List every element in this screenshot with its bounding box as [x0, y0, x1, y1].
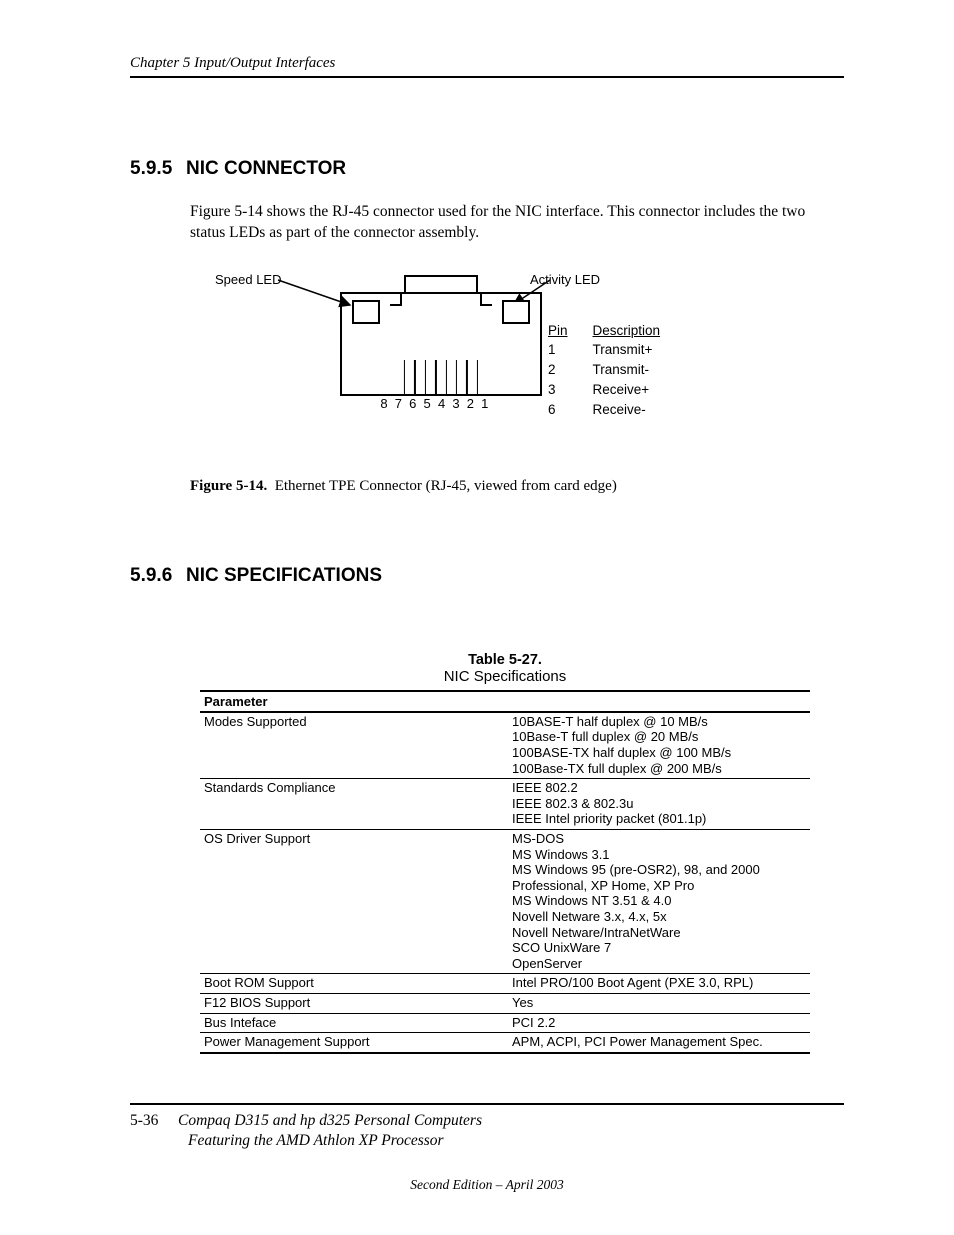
- pin-head: Pin: [547, 322, 590, 339]
- table-row: 3Receive+: [547, 381, 682, 399]
- table-row: Boot ROM SupportIntel PRO/100 Boot Agent…: [200, 974, 810, 994]
- section-heading: NIC CONNECTOR: [186, 158, 346, 179]
- nic-specifications-table: Table 5-27. NIC Specifications Parameter…: [200, 652, 810, 1054]
- pin-description-table: Pin Description 1Transmit+ 2Transmit- 3R…: [545, 320, 684, 421]
- section-595-body: Figure 5-14 shows the RJ-45 connector us…: [190, 202, 844, 244]
- rj45-connector-diagram: [340, 292, 542, 396]
- section-595-title: 5.9.5NIC CONNECTOR: [130, 158, 844, 180]
- speed-led-label: Speed LED: [215, 272, 282, 287]
- section-number: 5.9.6: [130, 565, 186, 587]
- figure-5-14: Speed LED Activity LED 8 7 6 5 4: [220, 272, 844, 452]
- footer-subtitle: Featuring the AMD Athlon XP Processor: [188, 1131, 844, 1151]
- pin-number-labels: 8 7 6 5 4 3 2 1: [380, 396, 489, 411]
- table-name: NIC Specifications: [200, 668, 810, 685]
- section-heading: NIC SPECIFICATIONS: [186, 565, 382, 586]
- figure-caption: Figure 5-14. Ethernet TPE Connector (RJ-…: [190, 478, 844, 495]
- table-row: Standards ComplianceIEEE 802.2IEEE 802.3…: [200, 779, 810, 830]
- section-number: 5.9.5: [130, 158, 186, 180]
- figure-caption-text: Ethernet TPE Connector (RJ-45, viewed fr…: [275, 478, 617, 494]
- table-row: Power Management SupportAPM, ACPI, PCI P…: [200, 1033, 810, 1053]
- table-row: 1Transmit+: [547, 341, 682, 359]
- table-row: Modes Supported10BASE-T half duplex @ 10…: [200, 712, 810, 779]
- table-row: 6Receive-: [547, 401, 682, 419]
- desc-head: Description: [592, 322, 683, 339]
- table-row: Bus IntefacePCI 2.2: [200, 1013, 810, 1033]
- table-number: Table 5-27.: [200, 652, 810, 668]
- edition-line: Second Edition – April 2003: [130, 1177, 844, 1193]
- figure-caption-label: Figure 5-14.: [190, 478, 267, 494]
- section-596-title: 5.9.6NIC SPECIFICATIONS: [130, 565, 844, 587]
- footer-title: Compaq D315 and hp d325 Personal Compute…: [178, 1112, 482, 1129]
- table-row: 2Transmit-: [547, 361, 682, 379]
- table-row: OS Driver SupportMS-DOSMS Windows 3.1MS …: [200, 830, 810, 974]
- page-number: 5-36: [130, 1111, 178, 1131]
- parameter-head: Parameter: [200, 691, 508, 712]
- table-row: F12 BIOS SupportYes: [200, 993, 810, 1013]
- chapter-header: Chapter 5 Input/Output Interfaces: [130, 55, 844, 78]
- page-footer: 5-36Compaq D315 and hp d325 Personal Com…: [130, 1103, 844, 1193]
